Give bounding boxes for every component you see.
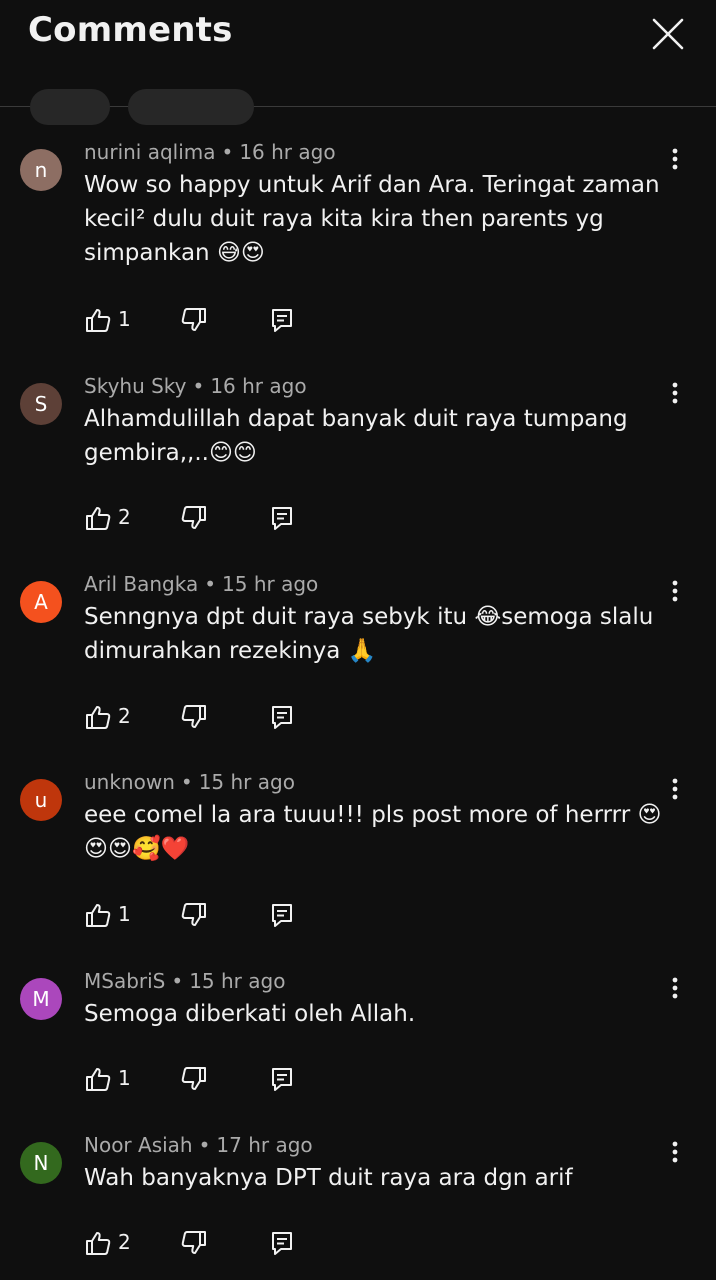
like-button[interactable] xyxy=(84,1229,112,1257)
avatar[interactable]: u xyxy=(20,779,62,821)
comment-time: 16 hr ago xyxy=(210,374,307,398)
reply-icon xyxy=(272,904,292,927)
author-name[interactable]: nurini aqlima xyxy=(84,140,216,164)
comment-text: Alhamdulillah dapat banyak duit raya tum… xyxy=(84,406,628,466)
reply-icon xyxy=(272,706,292,729)
reply-icon xyxy=(272,309,292,332)
author-name[interactable]: Noor Asiah xyxy=(84,1133,193,1157)
reply-button[interactable] xyxy=(270,1065,294,1093)
reply-icon xyxy=(272,1232,292,1255)
comment-text: Semoga diberkati oleh Allah. xyxy=(84,1001,416,1027)
thumbs-up-icon xyxy=(86,507,111,530)
reply-icon xyxy=(272,1068,292,1091)
dislike-button[interactable] xyxy=(180,1229,208,1257)
comments-header: Comments xyxy=(0,0,716,125)
like-count: 2 xyxy=(118,505,131,529)
comment-text: Wow so happy untuk Arif dan Ara. Teringa… xyxy=(84,172,660,266)
avatar[interactable]: n xyxy=(20,149,62,191)
meta-separator: • xyxy=(198,1133,211,1157)
reply-button[interactable] xyxy=(270,1229,294,1257)
reply-button[interactable] xyxy=(270,504,294,532)
like-count: 2 xyxy=(118,1230,131,1254)
like-button[interactable] xyxy=(84,306,112,334)
dislike-button[interactable] xyxy=(180,504,208,532)
comment-text: Wah banyaknya DPT duit raya ara dgn arif xyxy=(84,1165,573,1191)
thumbs-up-icon xyxy=(86,309,111,332)
close-icon xyxy=(652,18,684,50)
comment-meta: Skyhu Sky • 16 hr ago xyxy=(84,374,307,398)
thumbs-up-icon xyxy=(86,904,111,927)
thumbs-down-icon xyxy=(181,903,206,926)
comment-time: 17 hr ago xyxy=(216,1133,313,1157)
like-button[interactable] xyxy=(84,1065,112,1093)
comment-meta: Aril Bangka • 15 hr ago xyxy=(84,572,318,596)
reply-icon xyxy=(272,507,292,530)
comment-time: 16 hr ago xyxy=(239,140,336,164)
thumbs-up-icon xyxy=(86,1232,111,1255)
meta-separator: • xyxy=(221,140,234,164)
like-count: 2 xyxy=(118,704,131,728)
comment-meta: Noor Asiah • 17 hr ago xyxy=(84,1133,313,1157)
avatar[interactable]: S xyxy=(20,383,62,425)
meta-separator: • xyxy=(192,374,205,398)
close-button[interactable] xyxy=(648,14,688,54)
like-button[interactable] xyxy=(84,703,112,731)
filter-chip-newest[interactable] xyxy=(128,89,254,125)
like-count: 1 xyxy=(118,902,131,926)
meta-separator: • xyxy=(180,770,193,794)
thumbs-up-icon xyxy=(86,706,111,729)
meta-separator: • xyxy=(204,572,217,596)
comment-time: 15 hr ago xyxy=(189,969,286,993)
author-name[interactable]: MSabriS xyxy=(84,969,165,993)
dislike-button[interactable] xyxy=(180,901,208,929)
thumbs-down-icon xyxy=(181,705,206,728)
comment-text: eee comel la ara tuuu!!! pls post more o… xyxy=(84,802,662,862)
like-count: 1 xyxy=(118,1066,131,1090)
thumbs-up-icon xyxy=(86,1068,111,1091)
like-button[interactable] xyxy=(84,901,112,929)
comment-meta: MSabriS • 15 hr ago xyxy=(84,969,285,993)
comment-text: Senngnya dpt duit raya sebyk itu 😂semoga… xyxy=(84,604,654,664)
thumbs-down-icon xyxy=(181,506,206,529)
dislike-button[interactable] xyxy=(180,703,208,731)
author-name[interactable]: Skyhu Sky xyxy=(84,374,187,398)
avatar[interactable]: A xyxy=(20,581,62,623)
filter-chip-top[interactable] xyxy=(30,89,110,125)
comments-panel: Comments n nurini aqlima • 16 hr ago Wow s… xyxy=(0,0,716,1280)
author-name[interactable]: unknown xyxy=(84,770,175,794)
comment-meta: nurini aqlima • 16 hr ago xyxy=(84,140,336,164)
reply-button[interactable] xyxy=(270,306,294,334)
thumbs-down-icon xyxy=(181,1067,206,1090)
reply-button[interactable] xyxy=(270,703,294,731)
author-name[interactable]: Aril Bangka xyxy=(84,572,198,596)
like-button[interactable] xyxy=(84,504,112,532)
like-count: 1 xyxy=(118,307,131,331)
thumbs-down-icon xyxy=(181,1231,206,1254)
thumbs-down-icon xyxy=(181,308,206,331)
dislike-button[interactable] xyxy=(180,1065,208,1093)
comment-meta: unknown • 15 hr ago xyxy=(84,770,295,794)
comment-time: 15 hr ago xyxy=(222,572,319,596)
dislike-button[interactable] xyxy=(180,306,208,334)
comment-time: 15 hr ago xyxy=(198,770,295,794)
reply-button[interactable] xyxy=(270,901,294,929)
meta-separator: • xyxy=(171,969,184,993)
avatar[interactable]: M xyxy=(20,978,62,1020)
panel-title: Comments xyxy=(28,10,233,50)
avatar[interactable]: N xyxy=(20,1142,62,1184)
